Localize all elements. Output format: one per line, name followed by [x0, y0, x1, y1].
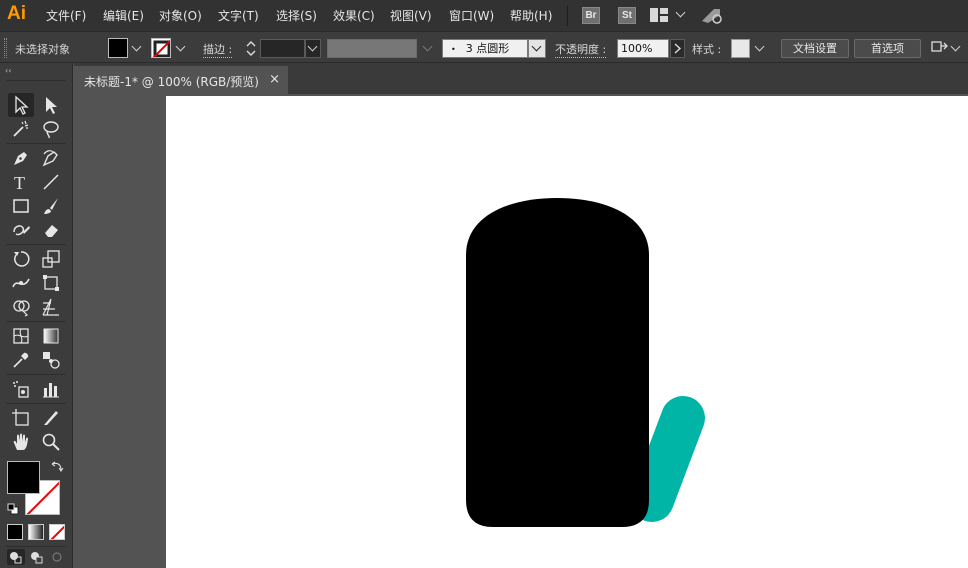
menu-view[interactable]: 视图(V) [390, 7, 432, 24]
swap-fill-stroke-icon[interactable] [50, 461, 64, 473]
document-tab[interactable]: 未标题-1* @ 100% (RGB/预览) × [74, 66, 288, 94]
menu-help[interactable]: 帮助(H) [510, 7, 552, 24]
menu-divider [567, 5, 568, 26]
hand-tool-icon[interactable] [8, 430, 34, 454]
arrange-documents-icon[interactable] [931, 40, 949, 56]
document-setup-button[interactable]: 文档设置 [781, 39, 849, 58]
panel-divider [6, 143, 66, 144]
brush-value: 3 点圆形 [465, 42, 510, 55]
curvature-tool-icon[interactable] [38, 146, 64, 170]
menu-file[interactable]: 文件(F) [46, 7, 86, 24]
menu-effect[interactable]: 效果(C) [333, 7, 375, 24]
blend-tool-icon[interactable] [38, 348, 64, 372]
panel-divider [6, 244, 66, 245]
stroke-label[interactable]: 描边 : [203, 41, 233, 58]
free-transform-tool-icon[interactable] [38, 271, 64, 295]
shaper-tool-icon[interactable] [8, 218, 34, 242]
draw-normal-icon[interactable] [7, 549, 25, 565]
shape-builder-tool-icon[interactable] [8, 295, 34, 319]
stroke-weight-input[interactable] [260, 39, 305, 58]
control-bar: 未选择对象 描边 : • 3 点圆形 不透明度 : 100% 样式 : 文档设置 … [0, 31, 968, 63]
fill-color-box[interactable] [7, 461, 40, 494]
none-mode-button[interactable] [49, 524, 65, 540]
opacity-label[interactable]: 不透明度 : [555, 41, 607, 58]
menu-object[interactable]: 对象(O) [159, 7, 202, 24]
line-segment-tool-icon[interactable] [38, 170, 64, 194]
menu-bar: Ai 文件(F) 编辑(E) 对象(O) 文字(T) 选择(S) 效果(C) 视… [0, 0, 968, 31]
symbol-sprayer-tool-icon[interactable] [8, 377, 34, 401]
gpu-performance-icon[interactable] [700, 5, 724, 25]
gradient-tool-icon[interactable] [38, 324, 64, 348]
default-colors-icon[interactable] [7, 503, 19, 515]
fill-dropdown-chevron-icon[interactable] [131, 41, 142, 52]
lasso-tool-icon[interactable] [38, 117, 64, 141]
color-mode-button[interactable] [7, 524, 23, 540]
tools-panel: ‹‹ T [0, 63, 73, 568]
panel-divider [6, 403, 66, 404]
document-tab-bar: 未标题-1* @ 100% (RGB/预览) × [74, 63, 968, 94]
mesh-tool-icon[interactable] [8, 324, 34, 348]
panel-grip[interactable] [4, 38, 7, 58]
artboard[interactable] [166, 96, 968, 568]
stroke-weight-stepper[interactable] [244, 39, 258, 58]
preferences-button[interactable]: 首选项 [854, 39, 921, 58]
panel-divider [6, 546, 66, 547]
style-label: 样式 : [692, 43, 722, 56]
magic-wand-tool-icon[interactable] [8, 117, 34, 141]
workspace-layout-icon[interactable] [650, 8, 670, 22]
selection-status: 未选择对象 [15, 43, 70, 56]
control-bar-menu-chevron-icon[interactable] [950, 41, 961, 52]
collapse-panel-icon[interactable]: ‹‹ [5, 66, 11, 75]
brush-definition[interactable]: • 3 点圆形 [442, 39, 528, 58]
type-tool-icon[interactable]: T [8, 170, 34, 194]
column-graph-tool-icon[interactable] [38, 377, 64, 401]
eraser-tool-icon[interactable] [38, 218, 64, 242]
artboard-tool-icon[interactable] [8, 406, 34, 430]
pen-tool-icon[interactable] [8, 146, 34, 170]
svg-text:T: T [14, 173, 25, 192]
rectangle-tool-icon[interactable] [8, 194, 34, 218]
opacity-flyout[interactable] [670, 39, 685, 58]
menu-type[interactable]: 文字(T) [218, 7, 259, 24]
menu-select[interactable]: 选择(S) [276, 7, 317, 24]
panel-divider [6, 321, 66, 322]
slice-tool-icon[interactable] [38, 406, 64, 430]
draw-behind-icon[interactable] [28, 549, 46, 565]
draw-inside-icon[interactable] [49, 549, 67, 565]
bridge-button[interactable]: Br [582, 7, 600, 24]
variable-width-chevron-icon[interactable] [422, 41, 433, 52]
scale-tool-icon[interactable] [38, 247, 64, 271]
direct-selection-tool-icon[interactable] [38, 93, 64, 117]
opacity-input[interactable]: 100% [617, 39, 669, 58]
graphic-style-swatch[interactable] [731, 39, 750, 58]
perspective-grid-tool-icon[interactable] [38, 295, 64, 319]
zoom-tool-icon[interactable] [38, 430, 64, 454]
style-chevron-icon[interactable] [754, 41, 765, 52]
selection-tool-icon[interactable] [8, 93, 34, 117]
stroke-dropdown-chevron-icon[interactable] [175, 41, 186, 52]
fill-swatch[interactable] [108, 38, 128, 58]
close-icon[interactable]: × [269, 72, 280, 87]
rotate-tool-icon[interactable] [8, 247, 34, 271]
stroke-swatch[interactable] [151, 38, 171, 58]
panel-divider [6, 80, 66, 81]
panel-divider [6, 374, 66, 375]
menu-edit[interactable]: 编辑(E) [103, 7, 144, 24]
gradient-mode-button[interactable] [28, 524, 44, 540]
eyedropper-tool-icon[interactable] [8, 348, 34, 372]
paintbrush-tool-icon[interactable] [38, 194, 64, 218]
brush-dot-icon: • [451, 45, 456, 54]
document-tab-title: 未标题-1* @ 100% (RGB/预览) [84, 75, 259, 89]
width-tool-icon[interactable] [8, 271, 34, 295]
variable-width-profile[interactable] [327, 39, 417, 58]
stock-button[interactable]: St [618, 7, 636, 24]
menu-window[interactable]: 窗口(W) [449, 7, 494, 24]
app-logo: Ai [7, 3, 26, 24]
chevron-down-icon[interactable] [675, 7, 686, 18]
